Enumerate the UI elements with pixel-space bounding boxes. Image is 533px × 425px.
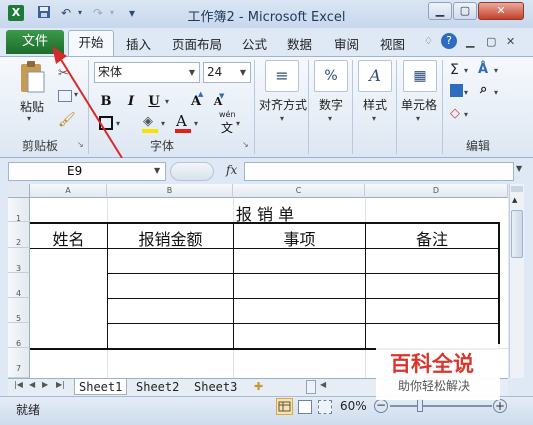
column-header-a[interactable]: A bbox=[30, 184, 107, 198]
next-sheet-icon[interactable]: ▶ bbox=[42, 380, 48, 389]
sheet-tab-1[interactable]: Sheet1 bbox=[74, 379, 128, 395]
status-ready: 就绪 bbox=[16, 403, 41, 417]
insert-sheet-icon[interactable]: ✚ bbox=[254, 380, 263, 393]
first-sheet-icon[interactable]: |◀ bbox=[14, 380, 23, 389]
sheet-title: 报 销 单 bbox=[235, 205, 295, 224]
row-header-6[interactable]: 6 bbox=[8, 323, 30, 348]
zoom-slider-track[interactable] bbox=[390, 405, 492, 407]
split-box[interactable] bbox=[511, 186, 523, 192]
insert-function-button[interactable]: fx bbox=[226, 163, 237, 177]
select-all-corner[interactable] bbox=[8, 184, 30, 198]
table-border bbox=[498, 222, 500, 350]
page-break-view-icon[interactable] bbox=[318, 400, 332, 414]
name-box-dropdown-icon[interactable]: ▼ bbox=[154, 166, 160, 175]
vertical-scrollbar[interactable]: ▲ bbox=[509, 184, 524, 378]
header-remark: 备注 bbox=[415, 230, 448, 249]
sheet-tab-3[interactable]: Sheet3 bbox=[190, 379, 241, 395]
zoom-out-icon[interactable]: − bbox=[374, 399, 388, 413]
row-header-3[interactable]: 3 bbox=[8, 248, 30, 273]
table-border bbox=[107, 323, 500, 324]
row-header-2[interactable]: 2 bbox=[8, 222, 30, 248]
page-layout-view-icon[interactable] bbox=[298, 400, 312, 414]
row-header-5[interactable]: 5 bbox=[8, 298, 30, 323]
sheet-tab-2[interactable]: Sheet2 bbox=[132, 379, 183, 395]
formula-input[interactable] bbox=[244, 162, 514, 181]
normal-view-icon[interactable] bbox=[276, 398, 293, 415]
table-border bbox=[107, 273, 500, 274]
watermark-title: 百科全说 bbox=[390, 352, 474, 376]
tab-split-handle[interactable] bbox=[306, 380, 316, 394]
table-border bbox=[107, 298, 500, 299]
column-header-c[interactable]: C bbox=[233, 184, 365, 198]
header-name: 姓名 bbox=[52, 230, 85, 249]
scroll-thumb[interactable] bbox=[511, 210, 523, 258]
row-header-7[interactable]: 7 bbox=[8, 348, 30, 378]
formula-splitter[interactable] bbox=[170, 162, 214, 181]
header-amount: 报销金额 bbox=[138, 230, 203, 249]
watermark: 百科全说 助你轻松解决 bbox=[376, 344, 500, 400]
watermark-subtitle: 助你轻松解决 bbox=[398, 379, 471, 393]
zoom-in-icon[interactable]: + bbox=[493, 399, 507, 413]
header-item: 事项 bbox=[283, 230, 316, 249]
scroll-up-icon[interactable]: ▲ bbox=[512, 196, 517, 204]
status-bar bbox=[0, 396, 533, 425]
column-header-b[interactable]: B bbox=[107, 184, 233, 198]
expand-formula-icon[interactable]: ▼ bbox=[516, 164, 522, 173]
last-sheet-icon[interactable]: ▶| bbox=[56, 380, 65, 389]
scroll-left-icon[interactable]: ◀ bbox=[320, 380, 326, 389]
row-header-1[interactable]: 1 bbox=[8, 198, 30, 223]
prev-sheet-icon[interactable]: ◀ bbox=[29, 380, 35, 389]
name-box[interactable]: E9 bbox=[8, 162, 166, 181]
column-header-d[interactable]: D bbox=[365, 184, 508, 198]
zoom-slider-thumb[interactable] bbox=[417, 399, 423, 412]
zoom-level[interactable]: 60% bbox=[340, 399, 367, 413]
row-header-4[interactable]: 4 bbox=[8, 273, 30, 298]
